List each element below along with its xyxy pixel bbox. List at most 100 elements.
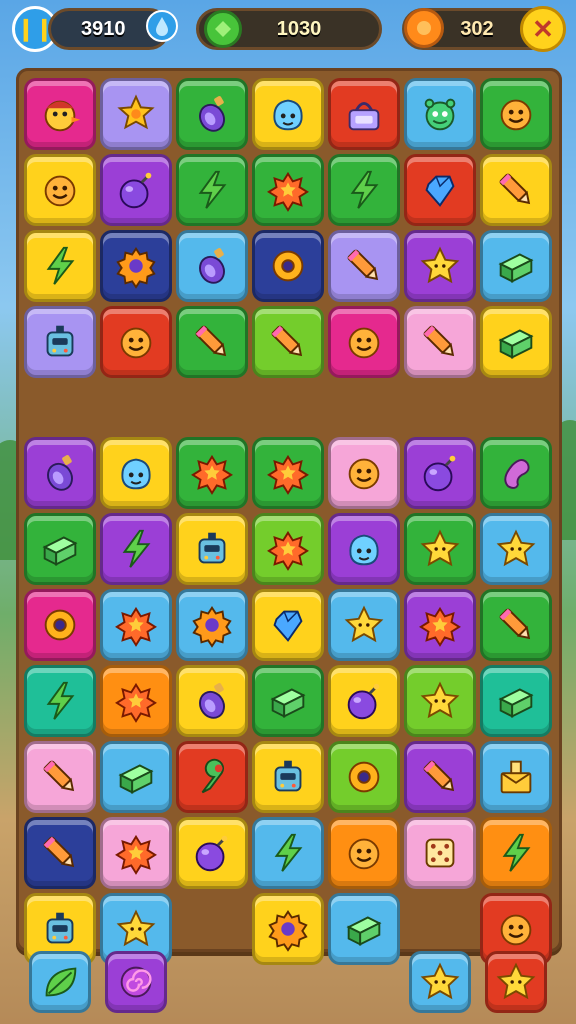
- moves-value: 3910: [81, 17, 126, 40]
- coin-currency-icon: [404, 8, 444, 48]
- game-tile[interactable]: [24, 513, 96, 585]
- game-tile[interactable]: [176, 230, 248, 302]
- pencil-icon: [423, 325, 455, 357]
- game-tile[interactable]: [252, 817, 324, 889]
- game-tile[interactable]: [328, 437, 400, 509]
- game-tile[interactable]: [252, 437, 324, 509]
- game-tile[interactable]: [328, 665, 400, 737]
- game-tile[interactable]: [252, 589, 324, 661]
- game-tile[interactable]: [252, 741, 324, 813]
- game-tile[interactable]: [404, 437, 476, 509]
- splat-icon: [115, 834, 157, 875]
- game-tile[interactable]: [480, 78, 552, 150]
- pencil-icon: [499, 173, 531, 205]
- game-tile[interactable]: [480, 741, 552, 813]
- game-tile[interactable]: [480, 589, 552, 661]
- game-tile[interactable]: [100, 437, 172, 509]
- game-tile[interactable]: [480, 154, 552, 226]
- game-tile[interactable]: [404, 817, 476, 889]
- game-tile[interactable]: [328, 589, 400, 661]
- game-tile[interactable]: [404, 306, 476, 378]
- game-tile[interactable]: [404, 230, 476, 302]
- pencil-icon: [347, 249, 379, 281]
- block-icon: [118, 764, 154, 794]
- game-tile[interactable]: [24, 78, 96, 150]
- game-tile[interactable]: [176, 589, 248, 661]
- game-tile[interactable]: [480, 817, 552, 889]
- block-icon: [270, 688, 306, 718]
- game-tile[interactable]: [480, 306, 552, 378]
- game-tile[interactable]: [100, 513, 172, 585]
- game-tile[interactable]: [328, 817, 400, 889]
- smiley-icon: [348, 327, 380, 359]
- game-tile[interactable]: [328, 154, 400, 226]
- duck-icon: [44, 100, 81, 132]
- splat-icon: [419, 606, 461, 647]
- game-tile[interactable]: [252, 230, 324, 302]
- game-tile[interactable]: [252, 665, 324, 737]
- game-tile[interactable]: [328, 741, 400, 813]
- game-tile[interactable]: [485, 951, 547, 1013]
- game-tile[interactable]: [24, 306, 96, 378]
- bomb-icon: [347, 683, 380, 720]
- game-tile[interactable]: [176, 154, 248, 226]
- close-button[interactable]: ✕: [520, 6, 566, 52]
- game-tile[interactable]: [404, 78, 476, 150]
- game-tile[interactable]: [328, 893, 400, 965]
- game-tile[interactable]: [100, 78, 172, 150]
- blob-icon: [349, 534, 379, 566]
- game-tile[interactable]: [100, 741, 172, 813]
- game-tile[interactable]: [404, 513, 476, 585]
- box-icon: [500, 760, 532, 794]
- block-icon: [498, 688, 534, 718]
- smiley-icon: [44, 175, 76, 207]
- game-tile[interactable]: [176, 817, 248, 889]
- game-tile[interactable]: [100, 154, 172, 226]
- game-tile[interactable]: [176, 741, 248, 813]
- game-tile[interactable]: [29, 951, 91, 1013]
- game-tile[interactable]: [100, 665, 172, 737]
- game-tile[interactable]: [252, 893, 324, 965]
- game-tile[interactable]: [328, 513, 400, 585]
- game-tile[interactable]: [252, 513, 324, 585]
- game-tile[interactable]: [176, 665, 248, 737]
- game-tile[interactable]: [404, 741, 476, 813]
- game-tile[interactable]: [176, 78, 248, 150]
- game-tile[interactable]: [252, 154, 324, 226]
- game-tile[interactable]: [100, 306, 172, 378]
- game-tile[interactable]: [176, 513, 248, 585]
- lightning-icon: [350, 170, 379, 209]
- lives-value: 302: [460, 17, 494, 40]
- game-tile[interactable]: [409, 951, 471, 1013]
- game-tile[interactable]: [328, 78, 400, 150]
- game-tile[interactable]: [328, 230, 400, 302]
- game-tile[interactable]: [24, 154, 96, 226]
- game-tile[interactable]: [404, 154, 476, 226]
- game-tile[interactable]: [404, 665, 476, 737]
- game-tile[interactable]: [480, 437, 552, 509]
- game-tile[interactable]: [24, 437, 96, 509]
- game-tile[interactable]: [480, 230, 552, 302]
- game-tile[interactable]: [176, 437, 248, 509]
- game-tile[interactable]: [100, 589, 172, 661]
- game-tile[interactable]: [328, 306, 400, 378]
- game-tile[interactable]: [480, 665, 552, 737]
- game-tile[interactable]: [252, 78, 324, 150]
- game-tile[interactable]: [100, 817, 172, 889]
- gem-currency-icon: [204, 10, 242, 48]
- game-tile[interactable]: [100, 230, 172, 302]
- game-tile[interactable]: [404, 589, 476, 661]
- game-tile[interactable]: [24, 817, 96, 889]
- star-icon: [496, 962, 536, 1000]
- game-tile[interactable]: [24, 665, 96, 737]
- bomb-icon: [195, 835, 228, 872]
- pencil-icon: [271, 325, 303, 357]
- game-tile[interactable]: [24, 741, 96, 813]
- game-tile[interactable]: [24, 589, 96, 661]
- game-tile[interactable]: [176, 306, 248, 378]
- game-tile[interactable]: [105, 951, 167, 1013]
- game-tile[interactable]: [24, 230, 96, 302]
- game-tile[interactable]: [252, 306, 324, 378]
- lightning-icon: [122, 529, 151, 568]
- game-tile[interactable]: [480, 513, 552, 585]
